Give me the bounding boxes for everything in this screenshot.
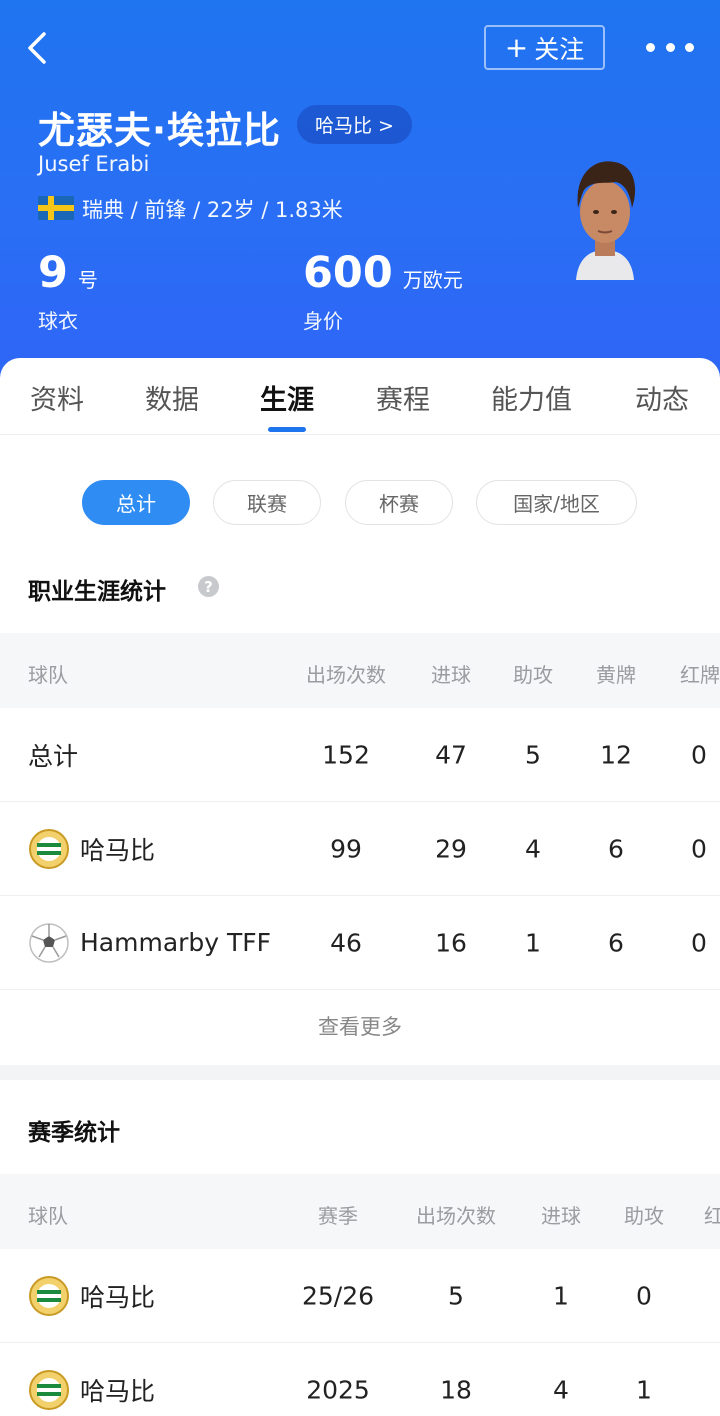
- apps-value: 99: [330, 834, 362, 863]
- tab-news[interactable]: 动态: [635, 378, 689, 417]
- team-cell: 哈马比: [28, 1369, 155, 1411]
- assists-value: 4: [525, 834, 541, 863]
- team-name: Hammarby TFF: [80, 928, 272, 957]
- filter-total[interactable]: 总计: [82, 480, 190, 525]
- tab-career[interactable]: 生涯: [260, 378, 314, 417]
- tab-ability[interactable]: 能力值: [491, 378, 572, 417]
- col-assists: 助攻: [624, 1204, 664, 1228]
- yellow-value: 6: [608, 928, 624, 957]
- player-header: + 关注 尤瑟夫·埃拉比 哈马比 > Jusef Erabi 瑞典 / 前锋 /…: [0, 0, 720, 380]
- goals-value: 1: [553, 1281, 569, 1310]
- more-options-icon[interactable]: [646, 32, 694, 62]
- season-table-header: 球队 赛季 出场次数 进球 助攻 红: [0, 1174, 720, 1249]
- active-tab-indicator: [268, 427, 306, 432]
- tab-bar: 资料 数据 生涯 赛程 能力值 动态: [0, 358, 720, 435]
- shirt-caption: 球衣: [38, 309, 78, 333]
- hammarby-crest-icon: [29, 1275, 69, 1316]
- col-team: 球队: [28, 1204, 68, 1228]
- col-yellow: 黄牌: [596, 663, 636, 687]
- hammarby-crest-icon: [29, 1369, 69, 1410]
- col-red: 红牌: [680, 663, 720, 687]
- apps-value: 46: [330, 928, 362, 957]
- assists-value: 1: [525, 928, 541, 957]
- plus-icon: +: [504, 30, 529, 64]
- table-row[interactable]: 哈马比 2025 18 4 1: [0, 1343, 720, 1416]
- back-arrow-icon[interactable]: [18, 26, 58, 70]
- team-cell: 哈马比: [28, 828, 155, 870]
- red-value: 0: [691, 928, 707, 957]
- team-name: 哈马比: [80, 1376, 156, 1406]
- tab-schedule[interactable]: 赛程: [376, 378, 430, 417]
- col-team: 球队: [28, 663, 68, 687]
- career-stats-title: 职业生涯统计: [28, 579, 166, 605]
- red-value: 0: [691, 834, 707, 863]
- follow-button[interactable]: + 关注: [484, 25, 605, 70]
- red-value: 0: [691, 740, 707, 769]
- col-goals: 进球: [431, 663, 471, 687]
- hammarby-crest-icon: [29, 828, 69, 869]
- career-table-header: 球队 出场次数 进球 助攻 黄牌 红牌: [0, 633, 720, 708]
- goals-value: 4: [553, 1375, 569, 1404]
- col-goals: 进球: [541, 1204, 581, 1228]
- player-name: 尤瑟夫·埃拉比: [38, 109, 282, 152]
- club-link[interactable]: 哈马比 >: [297, 105, 412, 144]
- col-red: 红: [704, 1204, 720, 1228]
- col-apps: 出场次数: [416, 1204, 496, 1228]
- tab-data[interactable]: 数据: [145, 378, 199, 417]
- col-season: 赛季: [318, 1204, 358, 1228]
- assists-value: 5: [525, 740, 541, 769]
- player-avatar: [556, 150, 654, 280]
- apps-value: 5: [448, 1281, 464, 1310]
- apps-value: 152: [322, 740, 370, 769]
- team-name: 总计: [28, 741, 79, 771]
- see-more-link[interactable]: 查看更多: [0, 990, 720, 1065]
- soccer-ball-icon: [29, 922, 69, 963]
- table-row[interactable]: 哈马比 25/26 5 1 0: [0, 1249, 720, 1343]
- team-cell: 哈马比: [28, 1275, 155, 1317]
- team-name: 哈马比: [80, 835, 156, 865]
- tab-profile[interactable]: 资料: [30, 378, 84, 417]
- table-row[interactable]: 哈马比 99 29 4 6 0: [0, 802, 720, 896]
- season-stats-title: 赛季统计: [28, 1120, 120, 1146]
- sweden-flag-icon: [38, 196, 74, 220]
- yellow-value: 6: [608, 834, 624, 863]
- help-icon[interactable]: ?: [198, 576, 219, 597]
- market-value: 600 万欧元: [303, 248, 463, 298]
- follow-label: 关注: [534, 34, 585, 64]
- table-row[interactable]: 总计 152 47 5 12 0: [0, 708, 720, 802]
- goals-value: 29: [435, 834, 467, 863]
- shirt-number: 9 号: [38, 248, 98, 298]
- team-cell: Hammarby TFF: [28, 922, 271, 964]
- filter-cup[interactable]: 杯赛: [345, 480, 453, 525]
- yellow-value: 12: [600, 740, 632, 769]
- col-apps: 出场次数: [306, 663, 386, 687]
- player-meta: 瑞典 / 前锋 / 22岁 / 1.83米: [82, 198, 343, 222]
- season-value: 2025: [306, 1375, 370, 1404]
- goals-value: 16: [435, 928, 467, 957]
- assists-value: 1: [636, 1375, 652, 1404]
- season-value: 25/26: [301, 1281, 375, 1310]
- filter-national[interactable]: 国家/地区: [476, 480, 637, 525]
- team-name: 哈马比: [80, 1282, 156, 1312]
- assists-value: 0: [636, 1281, 652, 1310]
- goals-value: 47: [435, 740, 467, 769]
- market-value-caption: 身价: [303, 309, 343, 333]
- player-english-name: Jusef Erabi: [38, 152, 150, 176]
- filter-league[interactable]: 联赛: [213, 480, 321, 525]
- table-row[interactable]: Hammarby TFF 46 16 1 6 0: [0, 896, 720, 990]
- col-assists: 助攻: [513, 663, 553, 687]
- apps-value: 18: [440, 1375, 472, 1404]
